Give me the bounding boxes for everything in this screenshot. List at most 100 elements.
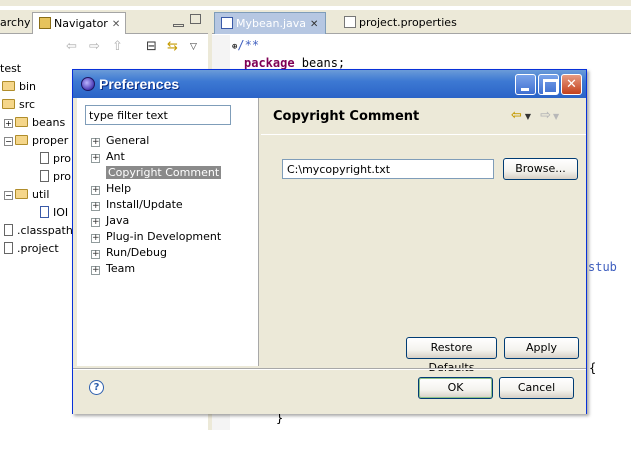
back-arrow-icon[interactable]: ⇦ — [511, 108, 522, 123]
tab-mybean-java[interactable]: Mybean.java ✕ — [214, 12, 326, 34]
expand-icon[interactable]: + — [91, 186, 100, 195]
chevron-down-icon[interactable]: ▼ — [525, 112, 531, 121]
tree-item-label: Plug-in Development — [106, 230, 222, 243]
tree-item[interactable]: pro — [40, 170, 71, 188]
browse-button[interactable]: Browse... — [503, 158, 578, 180]
tab-hierarchy[interactable]: archy — [0, 12, 30, 34]
file-icon — [40, 170, 49, 182]
page-title: Copyright Comment — [273, 109, 420, 124]
folder-icon — [15, 135, 28, 145]
tree-item-label: Ant — [106, 150, 125, 163]
filter-input[interactable] — [85, 105, 231, 125]
collapse-all-icon[interactable]: ⊟ — [146, 39, 157, 54]
tree-item-label: Install/Update — [106, 198, 183, 211]
forward-icon[interactable]: ⇨ — [89, 39, 100, 54]
restore-defaults-button[interactable]: Restore Defaults — [406, 337, 497, 374]
divider — [261, 134, 586, 135]
view-menu-icon[interactable]: ▽ — [190, 42, 197, 52]
expand-icon[interactable]: + — [91, 218, 100, 227]
close-icon[interactable]: ✕ — [310, 19, 318, 30]
dialog-body: + General + Ant Copyright Comment + Help + I… — [73, 98, 586, 414]
ok-button[interactable]: OK — [418, 377, 493, 399]
keyword: package — [244, 56, 295, 70]
tree-item-label: beans — [32, 116, 66, 129]
tree-item-team[interactable]: + Team — [91, 261, 135, 277]
expand-icon[interactable]: + — [91, 154, 100, 163]
expand-icon[interactable]: + — [4, 119, 13, 128]
tree-item[interactable]: .project — [4, 242, 59, 260]
maximize-button[interactable] — [538, 74, 559, 95]
folder-icon — [15, 189, 28, 199]
comment-text: /** — [237, 38, 260, 52]
help-icon[interactable]: ? — [89, 380, 104, 395]
tree-item-plugin-development[interactable]: + Plug-in Development — [91, 229, 221, 245]
close-button[interactable]: ✕ — [561, 74, 582, 95]
tab-navigator[interactable]: Navigator ✕ — [32, 12, 126, 34]
collapse-icon[interactable]: − — [4, 137, 13, 146]
link-editor-icon[interactable]: ⇆ — [167, 39, 178, 54]
dialog-titlebar[interactable]: Preferences ✕ — [73, 70, 586, 98]
properties-file-icon — [344, 16, 356, 28]
expand-icon[interactable]: + — [91, 250, 100, 259]
tree-item[interactable]: .classpath — [4, 224, 73, 242]
tab-project-properties[interactable]: project.properties — [338, 12, 468, 34]
tab-hierarchy-label: archy — [0, 16, 30, 29]
tree-item[interactable]: pro — [40, 152, 71, 170]
tree-item-label: Java — [106, 214, 130, 227]
minimize-button[interactable] — [515, 74, 536, 95]
tree-item-label: Run/Debug — [106, 246, 167, 259]
chevron-down-icon[interactable]: ▼ — [553, 112, 559, 121]
tree-item[interactable]: src — [2, 98, 35, 116]
back-icon[interactable]: ⇦ — [66, 39, 77, 54]
tree-item-label: .classpath — [17, 224, 73, 237]
copyright-file-input[interactable] — [282, 159, 494, 179]
collapse-icon[interactable]: − — [4, 191, 13, 200]
maximize-view-button[interactable] — [190, 14, 201, 24]
file-icon — [4, 242, 13, 254]
tree-item-label: bin — [19, 80, 37, 93]
expand-icon[interactable]: + — [91, 234, 100, 243]
comment-text: stub — [588, 260, 617, 274]
tree-item[interactable]: IOI — [40, 206, 68, 224]
forward-arrow-icon[interactable]: ⇨ — [540, 108, 551, 123]
tree-item-general[interactable]: + General — [91, 133, 149, 149]
folder-icon — [2, 99, 15, 109]
tab-mybean-label: Mybean.java — [236, 17, 307, 30]
tree-item-label: IOI — [53, 206, 69, 219]
close-icon[interactable]: ✕ — [112, 19, 120, 30]
tree-item[interactable]: + beans — [4, 116, 65, 134]
tree-item[interactable]: bin — [2, 80, 36, 98]
file-icon — [40, 152, 49, 164]
preferences-dialog: Preferences ✕ + General + Ant Copyright Co… — [72, 69, 587, 414]
tree-item-java[interactable]: + Java — [91, 213, 129, 229]
expand-icon[interactable]: + — [91, 138, 100, 147]
tree-item-install-update[interactable]: + Install/Update — [91, 197, 183, 213]
up-icon[interactable]: ⇧ — [112, 39, 123, 54]
tree-item-label: proper — [32, 134, 69, 147]
tree-item-copyright-comment[interactable]: Copyright Comment — [91, 165, 222, 181]
dialog-title: Preferences — [99, 76, 180, 92]
expand-icon[interactable]: + — [91, 202, 100, 211]
tree-item-label: .project — [17, 242, 59, 255]
expand-icon[interactable]: + — [91, 266, 100, 275]
tree-item[interactable]: − proper — [4, 134, 68, 152]
preference-page: Copyright Comment ⇦▼⇨▼ Browse... Restore… — [261, 98, 586, 374]
tree-item-ant[interactable]: + Ant — [91, 149, 125, 165]
code-fragment: stub — [588, 260, 617, 274]
apply-button[interactable]: Apply — [504, 337, 579, 359]
preference-tree-pane: + General + Ant Copyright Comment + Help + I… — [77, 98, 259, 366]
java-file-icon — [221, 17, 233, 29]
tree-item-run-debug[interactable]: + Run/Debug — [91, 245, 167, 261]
code-text: beans; — [294, 56, 346, 70]
minimize-view-button[interactable] — [173, 24, 184, 27]
tree-item-label: pro — [53, 152, 71, 165]
tree-item[interactable]: − util — [4, 188, 49, 206]
page-history-nav: ⇦ ▼ ⇨ ▼ — [511, 108, 559, 123]
tab-navigator-label: Navigator — [54, 17, 108, 30]
tree-item-help[interactable]: + Help — [91, 181, 131, 197]
divider — [73, 368, 586, 370]
tree-item[interactable]: test — [0, 62, 21, 80]
tree-item-label: Team — [106, 262, 136, 275]
main-toolbar — [0, 0, 631, 6]
cancel-button[interactable]: Cancel — [499, 377, 574, 399]
